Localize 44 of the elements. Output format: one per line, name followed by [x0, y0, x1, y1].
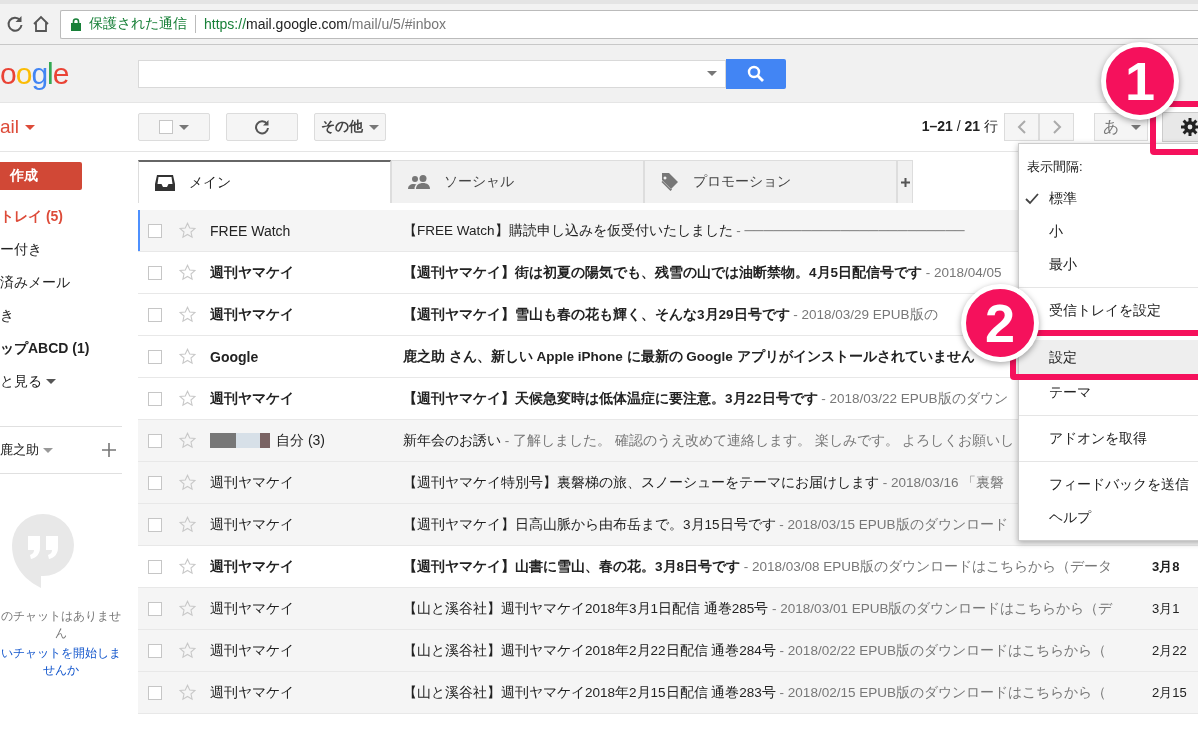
sender-name: 週刊ヤマケイ [210, 263, 294, 282]
email-snippet: - 2018/04/05 [925, 264, 1002, 280]
email-subject: 【週刊ヤマケイ】街は初夏の陽気でも、残雪の山では油断禁物。4月5日配信号です [403, 264, 923, 280]
sender-name: 週刊ヤマケイ [210, 473, 294, 492]
email-subject: 【山と溪谷社】週刊ヤマケイ2018年2月15日配信 通巻283号 [403, 684, 776, 700]
email-date: 2月22 [1152, 642, 1187, 658]
email-snippet: - 2018/03/29 EPUB版の [793, 306, 938, 322]
email-subject: 【週刊ヤマケイ】山書に雪山、春の花。3月8日号です [403, 558, 741, 574]
email-subject: 【山と溪谷社】週刊ヤマケイ2018年3月1日配信 通巻285号 [403, 600, 769, 616]
sender-name: Google [210, 348, 259, 365]
sender-name: 週刊ヤマケイ [210, 389, 294, 408]
email-snippet: - 了解しました。 確認のうえ改めて連絡します。 楽しみです。 よろしくお願いし [504, 432, 1015, 448]
email-subject: 【週刊ヤマケイ】日高山脈から由布岳まで。3月15日号です [403, 516, 776, 532]
email-snippet: - 2018/03/15 EPUB版のダウンロード [779, 516, 1008, 532]
email-subject: 【週刊ヤマケイ】雪山も春の花も輝く、そんな3月29日号です [403, 306, 790, 322]
email-subject: 【FREE Watch】購読申し込みを仮受付いたしました [403, 222, 733, 238]
url-text: https://mail.google.com/mail/u/5/#inbox [204, 16, 447, 32]
sender-name: 週刊ヤマケイ [210, 557, 294, 576]
email-date: 3月8 [1152, 558, 1180, 574]
chat-empty-text: のチャットはありません [0, 608, 122, 642]
email-subject: 【山と溪谷社】週刊ヤマケイ2018年2月22日配信 通巻284号 [403, 642, 776, 658]
sender-name: FREE Watch [210, 222, 291, 239]
logo: oogle [0, 56, 69, 90]
email-snippet: - 2018/03/08 EPUB版のダウンロードはこちらから（データ [743, 558, 1113, 574]
menu-heading: 表示間隔: [1026, 158, 1084, 176]
email-subject: 新年会のお誘い [403, 432, 501, 448]
email-snippet: - ─────────────────────── [736, 222, 965, 238]
security-label: 保護された通信 [89, 15, 187, 33]
email-subject: 【週刊ヤマケイ特別号】裏磐梯の旅、スノーシューをテーマにお届けします [403, 474, 879, 490]
page-count: 1–21 / 21 行 [921, 118, 998, 136]
sender-name: 自分 (3) [276, 431, 325, 450]
email-snippet: - 2018/02/15 EPUB版のダウンロードはこちらから（ [779, 684, 1106, 700]
sender-name: 週刊ヤマケイ [210, 305, 294, 324]
email-snippet: - 2018/03/22 EPUB版のダウン [821, 390, 1008, 406]
sender-name: 週刊ヤマケイ [210, 641, 294, 660]
sender-name: 週刊ヤマケイ [210, 515, 294, 534]
email-date: 2月15 [1152, 684, 1187, 700]
email-snippet: - 2018/03/16 「裏磐 [882, 474, 1005, 490]
email-snippet: - 2018/03/01 EPUB版のダウンロードはこちらから（デ [772, 600, 1113, 616]
email-subject: 【週刊ヤマケイ】天候急変時は低体温症に要注意。3月22日号です [403, 390, 818, 406]
sender-name: 週刊ヤマケイ [210, 599, 294, 618]
email-snippet: - 2018/02/22 EPUB版のダウンロードはこちらから（ [779, 642, 1106, 658]
email-date: 3月1 [1152, 600, 1180, 616]
sender-name: 週刊ヤマケイ [210, 683, 294, 702]
